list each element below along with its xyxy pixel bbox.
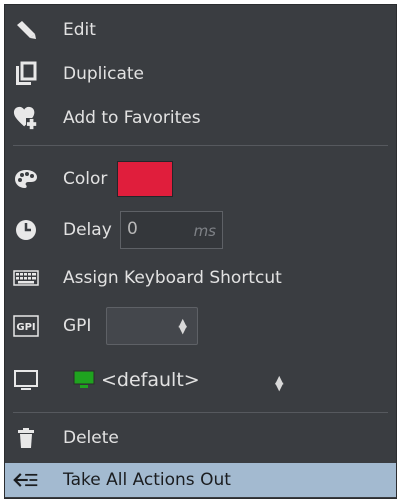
menu-item-label: Duplicate: [63, 64, 144, 84]
menu-item-take-all-actions-out[interactable]: Take All Actions Out: [5, 463, 396, 497]
clock-icon: [13, 217, 39, 243]
gpi-icon: GPI: [13, 313, 39, 339]
menu-item-gpi: GPI GPI ▲ ▼: [5, 306, 396, 346]
green-monitor-icon: [73, 370, 95, 395]
separator: [13, 145, 388, 146]
menu-item-add-to-favorites[interactable]: Add to Favorites: [5, 101, 396, 135]
menu-item-color[interactable]: Color: [5, 159, 396, 199]
menu-item-duplicate[interactable]: Duplicate: [5, 57, 396, 91]
svg-text:GPI: GPI: [16, 322, 35, 333]
trash-icon: [13, 425, 39, 451]
menu-item-label: Delay: [63, 220, 112, 240]
palette-icon: [13, 166, 39, 192]
duplicate-icon: [13, 61, 39, 87]
menu-item-delay: Delay 0 ms: [5, 210, 396, 250]
keyboard-icon: [13, 265, 39, 291]
delay-unit: ms: [193, 222, 216, 240]
delay-input[interactable]: 0 ms: [120, 211, 223, 249]
pencil-icon: [13, 17, 39, 43]
display-select-value: <default>: [101, 369, 200, 391]
display-select[interactable]: <default> ▲ ▼: [65, 364, 285, 398]
spinner-arrows-icon: ▲ ▼: [275, 373, 284, 393]
color-swatch[interactable]: [117, 161, 173, 197]
add-favorite-icon: [13, 105, 39, 131]
menu-item-delete[interactable]: Delete: [5, 421, 396, 455]
take-out-icon: [13, 467, 39, 493]
menu-item-label: Take All Actions Out: [63, 470, 231, 490]
separator: [13, 412, 388, 413]
context-menu: Edit Duplicate Add to Favorites Color De…: [4, 4, 397, 499]
menu-item-label: Delete: [63, 428, 119, 448]
menu-item-label: Edit: [63, 20, 96, 40]
menu-item-label: Assign Keyboard Shortcut: [63, 268, 282, 288]
menu-item-edit[interactable]: Edit: [5, 13, 396, 47]
menu-item-display: <default> ▲ ▼: [5, 363, 396, 399]
menu-item-label: GPI: [63, 316, 92, 336]
monitor-icon: [13, 368, 39, 394]
gpi-select[interactable]: ▲ ▼: [106, 307, 198, 345]
spinner-arrows-icon: ▲ ▼: [178, 316, 187, 336]
menu-item-assign-keyboard-shortcut[interactable]: Assign Keyboard Shortcut: [5, 261, 396, 295]
menu-item-label: Color: [63, 169, 108, 189]
menu-item-label: Add to Favorites: [63, 108, 201, 128]
delay-value: 0: [127, 219, 138, 239]
